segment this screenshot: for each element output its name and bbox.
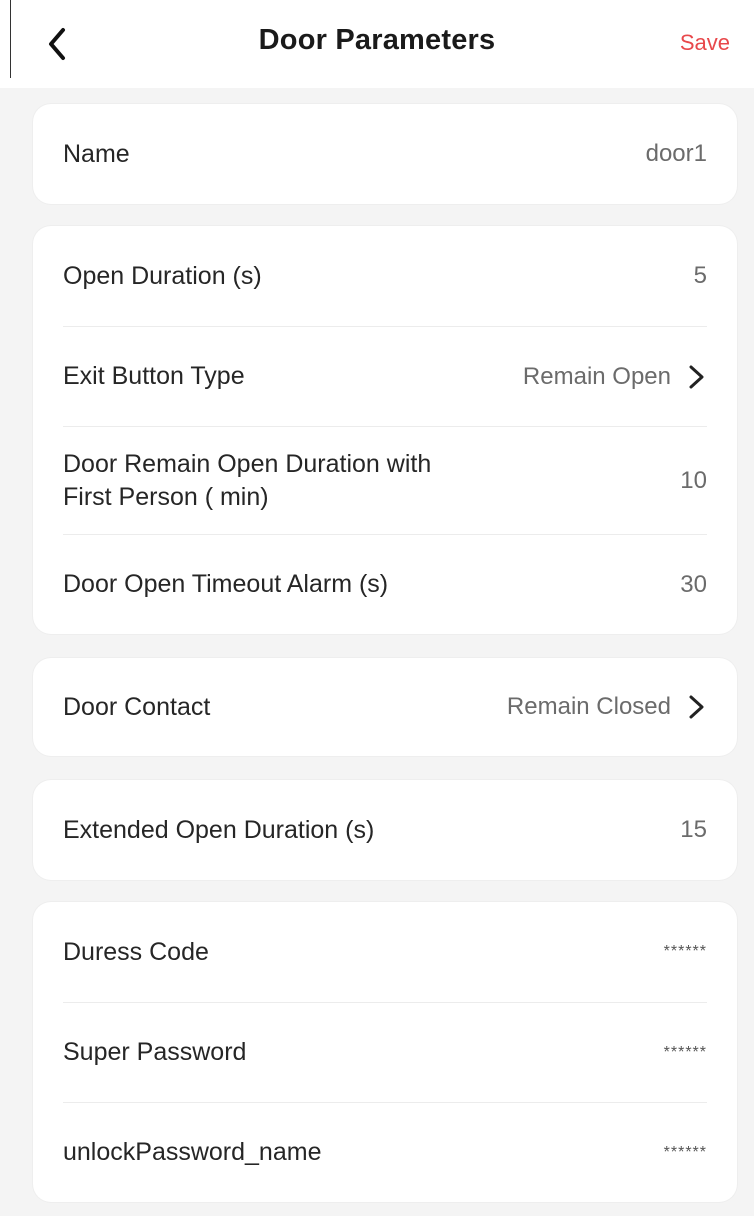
chevron-right-icon xyxy=(689,695,704,719)
open-timeout-alarm-row[interactable]: Door Open Timeout Alarm (s) 30 xyxy=(63,534,707,634)
extended-duration-card: Extended Open Duration (s) 15 xyxy=(33,780,737,880)
name-row[interactable]: Name door1 xyxy=(63,104,707,204)
super-password-value: ****** xyxy=(663,1043,707,1061)
name-card: Name door1 xyxy=(33,104,737,204)
door-contact-value: Remain Closed xyxy=(506,693,671,720)
chevron-right-icon xyxy=(689,365,704,388)
extended-open-duration-label: Extended Open Duration (s) xyxy=(63,815,375,844)
duress-code-value: ****** xyxy=(663,943,707,960)
timing-settings-card: Open Duration (s) 5 Exit Button Type Rem… xyxy=(33,226,737,634)
door-contact-row[interactable]: Door Contact Remain Closed xyxy=(63,658,707,756)
name-value: door1 xyxy=(645,140,707,167)
door-contact-card: Door Contact Remain Closed xyxy=(33,658,737,756)
extended-open-duration-row[interactable]: Extended Open Duration (s) 15 xyxy=(63,780,707,880)
password-settings-card: Duress Code ****** Super Password ******… xyxy=(33,902,737,1202)
open-timeout-alarm-value: 30 xyxy=(680,570,707,598)
exit-button-type-row[interactable]: Exit Button Type Remain Open xyxy=(63,326,707,426)
open-timeout-alarm-label: Door Open Timeout Alarm (s) xyxy=(63,570,389,598)
super-password-label: Super Password xyxy=(63,1038,247,1066)
first-person-duration-row[interactable]: Door Remain Open Duration with First Per… xyxy=(63,426,707,534)
exit-button-type-value: Remain Open xyxy=(522,362,671,390)
name-label: Name xyxy=(63,139,130,168)
duress-code-label: Duress Code xyxy=(63,937,209,966)
extended-open-duration-value: 15 xyxy=(680,816,707,843)
open-duration-row[interactable]: Open Duration (s) 5 xyxy=(63,226,707,326)
unlock-password-label: unlockPassword_name xyxy=(63,1138,322,1166)
exit-button-type-value-group: Remain Open xyxy=(523,363,707,391)
unlock-password-row[interactable]: unlockPassword_name ****** xyxy=(63,1102,707,1202)
open-duration-label: Open Duration (s) xyxy=(63,261,262,290)
unlock-password-value: ****** xyxy=(663,1143,707,1161)
first-person-duration-label: Door Remain Open Duration with First Per… xyxy=(63,449,432,511)
page-title: Door Parameters xyxy=(258,24,496,56)
door-contact-label: Door Contact xyxy=(63,692,211,721)
save-button[interactable]: Save xyxy=(680,30,730,56)
first-person-duration-value: 10 xyxy=(680,466,707,494)
open-duration-value: 5 xyxy=(693,262,707,289)
exit-button-type-label: Exit Button Type xyxy=(63,362,245,390)
door-contact-value-group: Remain Closed xyxy=(507,693,707,721)
navigation-bar: Door Parameters Save xyxy=(0,0,754,88)
duress-code-row[interactable]: Duress Code ****** xyxy=(63,902,707,1002)
super-password-row[interactable]: Super Password ****** xyxy=(63,1002,707,1102)
